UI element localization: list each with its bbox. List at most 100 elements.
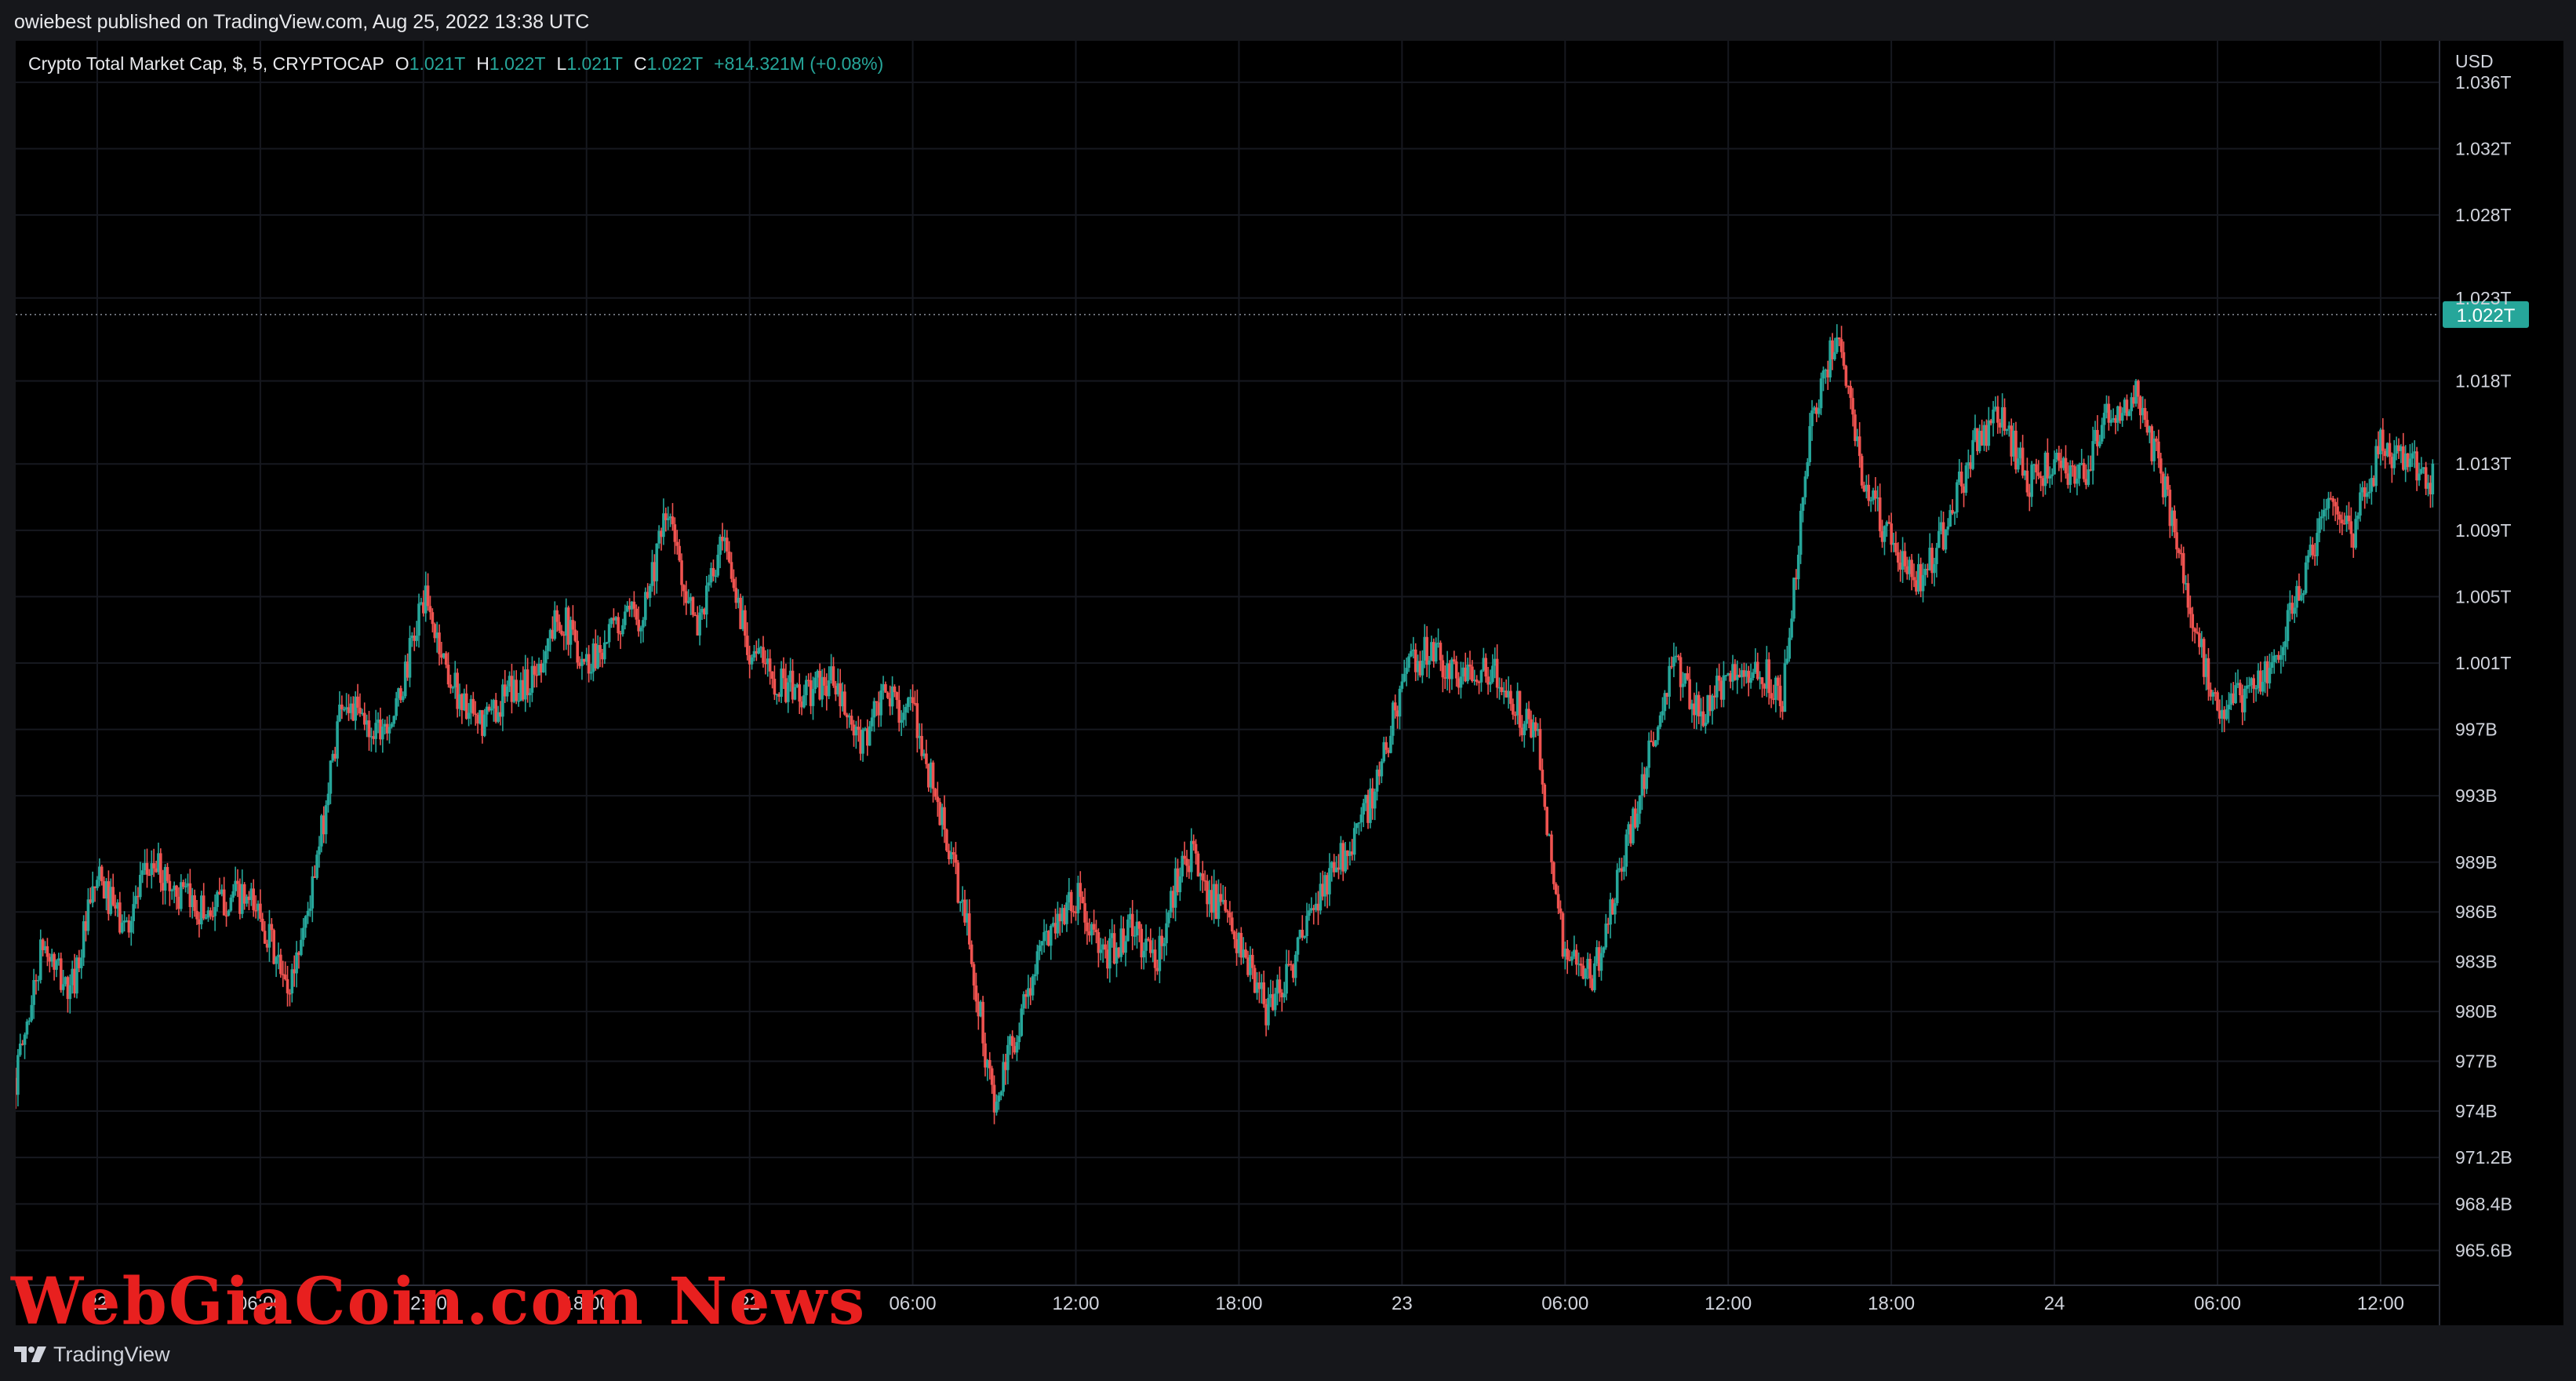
candle-body	[2120, 413, 2124, 421]
candlestick-chart[interactable]: 1.022T USD1.036T 1.032T 1.028T 1.023T 1.018T 1…	[16, 41, 2563, 1325]
candle-body	[2078, 464, 2081, 479]
candle-body	[990, 1068, 994, 1085]
x-tick-label: 12:00	[1052, 1293, 1099, 1314]
candle-body	[895, 692, 899, 701]
candle-body	[1767, 659, 1770, 694]
candle-body	[1541, 769, 1545, 785]
candle-body	[1475, 680, 1479, 682]
candle-body	[1711, 695, 1714, 712]
candle-body	[1851, 398, 1854, 415]
candle-body	[1201, 873, 1205, 880]
candle-body	[1681, 683, 1685, 687]
candle-body	[762, 647, 765, 663]
footer-brand-label: TradingView	[53, 1342, 170, 1366]
candle-body	[2178, 549, 2181, 553]
candle-body	[1162, 943, 1166, 946]
y-tick-label: 1.001T	[2455, 653, 2512, 673]
candle-body	[2367, 491, 2371, 494]
candle-body	[1384, 742, 1388, 750]
legend-high-value: 1.022T	[489, 53, 546, 74]
candle-body	[915, 703, 919, 738]
candle-body	[1471, 666, 1474, 682]
candle-body	[1883, 526, 1887, 542]
candle-body	[2420, 468, 2423, 474]
candle-body	[1849, 385, 1852, 399]
x-tick-label: 06:00	[2194, 1293, 2241, 1314]
candle-body	[2191, 614, 2195, 629]
candle-body	[843, 691, 846, 715]
x-tick-label: 06:00	[890, 1293, 937, 1314]
candle-body	[2216, 692, 2219, 711]
candle-body	[793, 687, 797, 700]
candle-body	[1599, 953, 1603, 971]
candle-body	[1676, 655, 1680, 658]
candle-body	[1147, 938, 1150, 941]
candle-body	[768, 658, 772, 672]
candle-body	[367, 720, 371, 738]
candle-body	[544, 650, 548, 664]
candle-body	[1439, 643, 1443, 661]
candle-body	[181, 882, 185, 887]
candle-body	[1040, 941, 1043, 946]
candle-body	[967, 913, 971, 945]
chart-panel[interactable]: 1.022T USD 1.036T 1.032T 1.028T 1.023T 1.018T 1…	[16, 41, 2563, 1325]
candle-body	[2334, 501, 2337, 507]
x-tick-label: 24	[2044, 1293, 2065, 1314]
candle-body	[96, 880, 99, 888]
candle-body	[2017, 458, 2020, 470]
candle-body	[526, 669, 529, 696]
candle-body	[1035, 951, 1039, 975]
candle-body	[1842, 352, 1846, 366]
candle-body	[642, 620, 645, 628]
candle-body	[1509, 690, 1512, 705]
candle-body	[1543, 784, 1547, 807]
candle-body	[2037, 472, 2040, 476]
candle-body	[686, 600, 690, 603]
candle-body	[1987, 420, 1991, 446]
candle-body	[295, 952, 298, 974]
candle-body	[1033, 974, 1037, 977]
candle-body	[571, 620, 575, 630]
candle-body	[2408, 458, 2412, 468]
candle-body	[2316, 533, 2319, 556]
candle-body	[2152, 438, 2156, 461]
candle-body	[1389, 735, 1392, 753]
candle-body	[1083, 903, 1086, 923]
candle-body	[1410, 650, 1413, 657]
candle-body	[1328, 868, 1331, 895]
candle-body	[170, 890, 174, 891]
candle-body	[1086, 922, 1089, 931]
candle-body	[1538, 729, 1542, 770]
candle-body	[2100, 425, 2104, 442]
legend-low-label: L	[556, 53, 567, 74]
candle-body	[204, 917, 208, 919]
candle-body	[1808, 426, 1811, 463]
candle-body	[1104, 944, 1107, 950]
candle-body	[533, 665, 537, 675]
footer-branding[interactable]: TradingView	[14, 1339, 170, 1370]
candle-body	[945, 829, 948, 851]
candle-body	[1792, 578, 1796, 619]
candle-body	[193, 895, 196, 911]
candle-body	[318, 846, 321, 855]
candle-body	[850, 716, 853, 725]
candle-body	[528, 692, 532, 696]
candle-body	[222, 889, 226, 916]
candle-body	[802, 695, 806, 708]
symbol-legend: Crypto Total Market Cap, $, 5, CRYPTOCAP…	[28, 53, 883, 75]
candle-body	[451, 687, 455, 689]
candle-body	[120, 922, 124, 933]
candle-body	[1296, 937, 1300, 955]
candle-body	[1668, 665, 1671, 697]
candle-body	[1126, 919, 1130, 942]
candle-body	[1874, 490, 1877, 499]
candle-body	[1836, 337, 1839, 352]
candle-body	[981, 1001, 984, 1044]
candle-body	[617, 617, 620, 633]
candle-body	[786, 682, 790, 702]
candle-body	[1015, 1042, 1019, 1053]
candle-body	[1602, 947, 1606, 953]
candle-body	[471, 698, 475, 714]
candle-body	[229, 897, 233, 911]
candle-body	[1552, 862, 1555, 884]
